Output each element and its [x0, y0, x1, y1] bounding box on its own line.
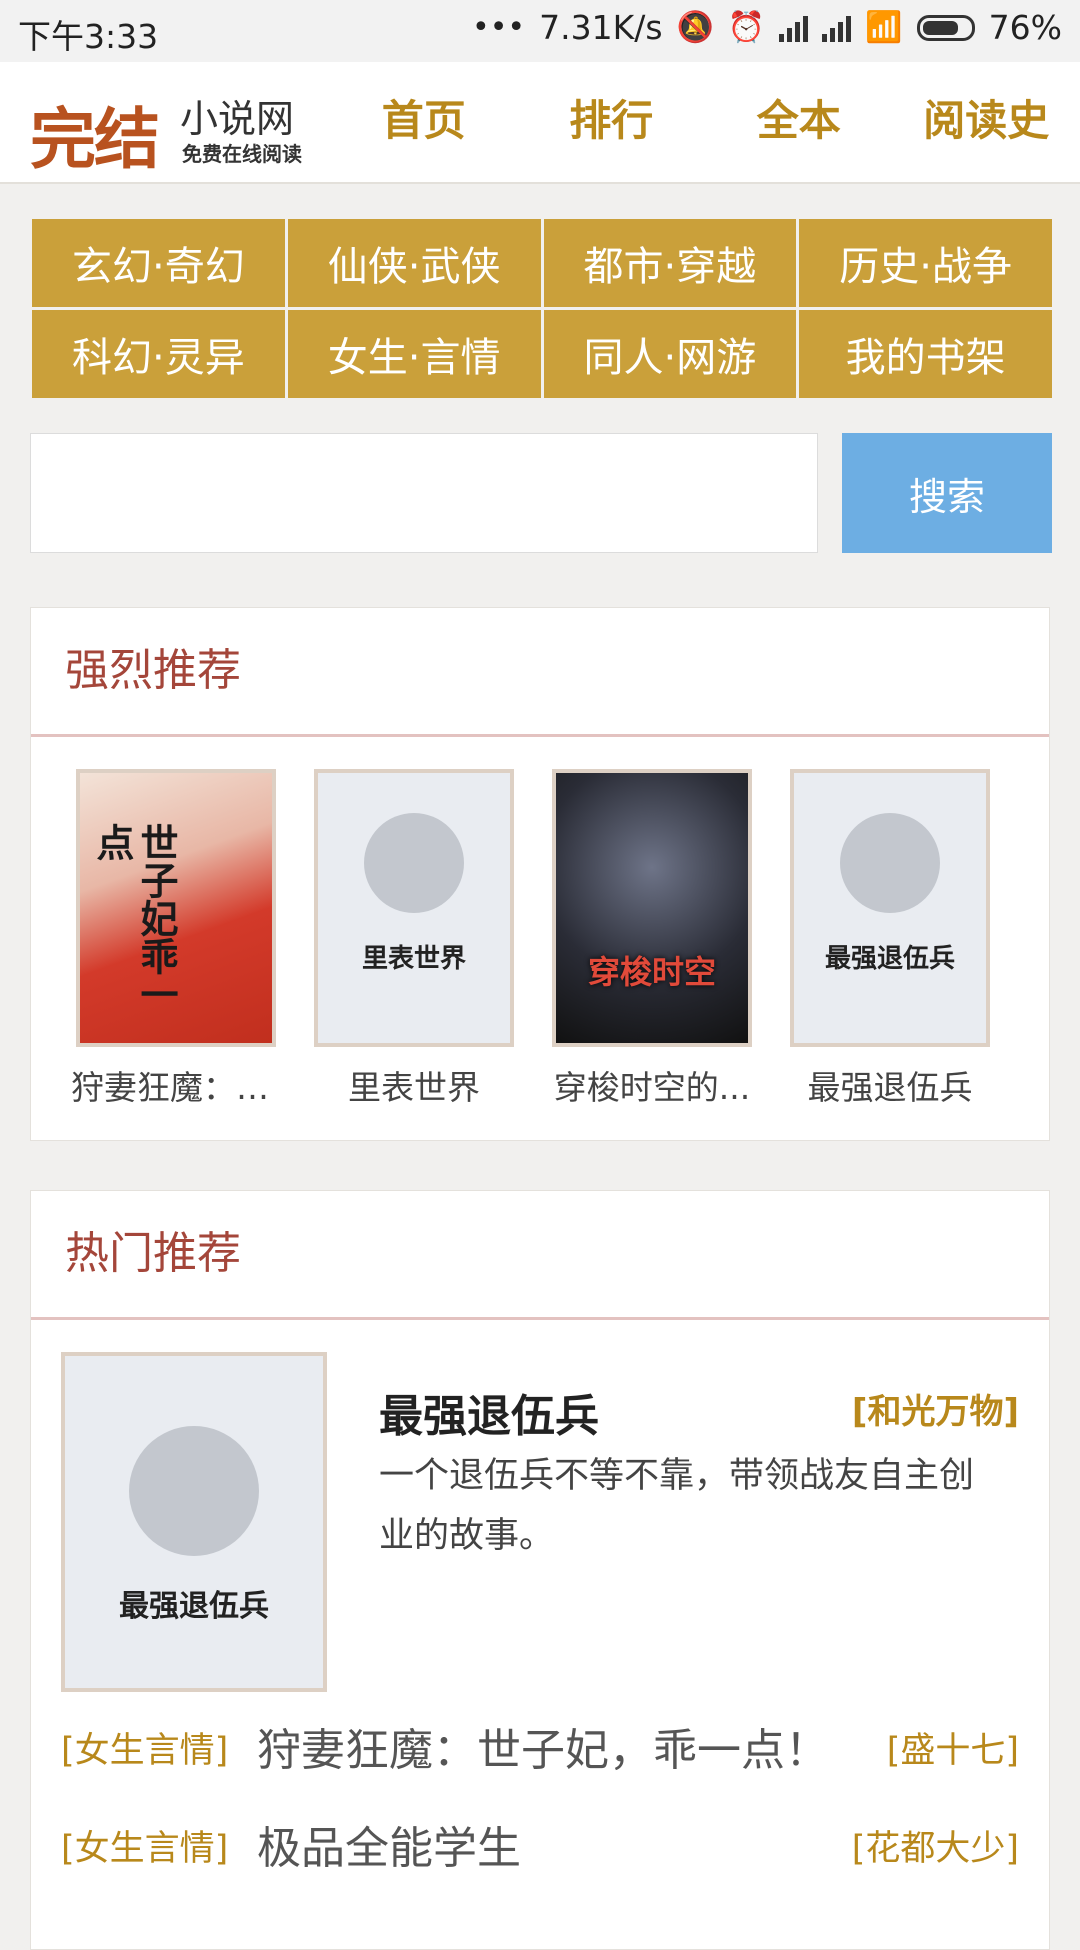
category-tongren[interactable]: 同人·网游: [544, 310, 797, 398]
category-xianxia[interactable]: 仙侠·武侠: [288, 219, 541, 307]
site-logo[interactable]: 完结 小说网 免费在线阅读: [30, 80, 320, 170]
cover-text: 穿梭时空: [556, 947, 748, 993]
alarm-icon: ⏰: [728, 10, 765, 45]
nav-home[interactable]: 首页: [330, 90, 518, 152]
category-kehuan[interactable]: 科幻·灵异: [32, 310, 285, 398]
site-header: 完结 小说网 免费在线阅读 首页 排行 全本 阅读史: [0, 62, 1080, 184]
hot-recommend-panel: 热门推荐 最强退伍兵 最强退伍兵 [和光万物] 一个退伍兵不等不靠，带领战友自主…: [30, 1190, 1050, 1950]
main-nav: 首页 排行 全本 阅读史: [330, 90, 1080, 152]
cover-text: 世子妃乖一点: [90, 823, 178, 1043]
book-row: 世子妃乖一点 狩妻狂魔：世... 里表世界 里表世界 穿梭时空 穿梭时空的...…: [31, 737, 1049, 1137]
signal-icon: [779, 14, 808, 42]
cover-text: 最强退伍兵: [65, 1581, 323, 1625]
nav-history[interactable]: 阅读史: [893, 90, 1080, 152]
featured-title[interactable]: 最强退伍兵: [379, 1380, 599, 1444]
list-category[interactable]: [女生言情]: [61, 1820, 228, 1871]
category-grid: 玄幻·奇幻 仙侠·武侠 都市·穿越 历史·战争 科幻·灵异 女生·言情 同人·网…: [32, 219, 1052, 398]
book-title[interactable]: 狩妻狂魔：世...: [71, 1061, 281, 1109]
signal-icon: [822, 14, 851, 42]
search-button[interactable]: 搜索: [842, 433, 1052, 553]
logo-main-text: 完结: [30, 86, 158, 182]
mute-bell-icon: 🔕: [677, 10, 714, 45]
list-item[interactable]: [女生言情] 狩妻狂魔：世子妃，乖一点！ [盛十七]: [31, 1700, 1049, 1798]
status-bar: 下午3:33 ••• 7.31K/s 🔕 ⏰ 📶 76%: [0, 0, 1080, 62]
cover-text: 最强退伍兵: [794, 938, 986, 975]
book-cover[interactable]: 穿梭时空: [552, 769, 752, 1047]
book-cover[interactable]: 里表世界: [314, 769, 514, 1047]
category-xuanhuan[interactable]: 玄幻·奇幻: [32, 219, 285, 307]
book-card[interactable]: 穿梭时空 穿梭时空的...: [547, 769, 757, 1109]
book-card[interactable]: 世子妃乖一点 狩妻狂魔：世...: [71, 769, 281, 1109]
wifi-icon: 📶: [865, 10, 902, 45]
list-item[interactable]: [女生言情] 极品全能学生 [花都大少]: [31, 1798, 1049, 1896]
featured-author[interactable]: [和光万物]: [852, 1384, 1019, 1433]
category-nvsheng[interactable]: 女生·言情: [288, 310, 541, 398]
list-title[interactable]: 狩妻狂魔：世子妃，乖一点！: [257, 1714, 829, 1778]
status-right: ••• 7.31K/s 🔕 ⏰ 📶 76%: [472, 8, 1062, 47]
book-title[interactable]: 里表世界: [309, 1061, 519, 1109]
network-speed: 7.31K/s: [539, 8, 662, 47]
nav-completed[interactable]: 全本: [705, 90, 893, 152]
list-title[interactable]: 极品全能学生: [257, 1812, 521, 1876]
status-time: 下午3:33: [18, 10, 158, 58]
logo-tagline: 免费在线阅读: [182, 138, 302, 167]
book-card[interactable]: 最强退伍兵 最强退伍兵: [785, 769, 995, 1109]
book-title[interactable]: 穿梭时空的...: [547, 1061, 757, 1109]
battery-percent: 76%: [989, 8, 1062, 47]
star-emblem-icon: [129, 1426, 259, 1556]
category-lishi[interactable]: 历史·战争: [799, 219, 1052, 307]
nav-ranking[interactable]: 排行: [518, 90, 706, 152]
featured-description: 一个退伍兵不等不靠，带领战友自主创业的故事。: [379, 1446, 979, 1566]
logo-sub-text: 小说网: [180, 88, 294, 143]
featured-cover[interactable]: 最强退伍兵: [61, 1352, 327, 1692]
cover-text: 里表世界: [318, 938, 510, 975]
panel-title: 热门推荐: [31, 1191, 1049, 1320]
book-cover[interactable]: 世子妃乖一点: [76, 769, 276, 1047]
featured-book: 最强退伍兵 最强退伍兵 [和光万物] 一个退伍兵不等不靠，带领战友自主创业的故事…: [31, 1320, 1049, 1700]
more-dots-icon: •••: [472, 10, 525, 45]
book-card[interactable]: 里表世界 里表世界: [309, 769, 519, 1109]
my-bookshelf[interactable]: 我的书架: [799, 310, 1052, 398]
panel-title: 强烈推荐: [31, 608, 1049, 737]
strong-recommend-panel: 强烈推荐 世子妃乖一点 狩妻狂魔：世... 里表世界 里表世界 穿梭时空 穿梭时…: [30, 607, 1050, 1141]
category-dushi[interactable]: 都市·穿越: [544, 219, 797, 307]
list-category[interactable]: [女生言情]: [61, 1722, 228, 1773]
star-emblem-icon: [840, 813, 940, 913]
list-author[interactable]: [盛十七]: [887, 1722, 1019, 1773]
battery-icon: [917, 15, 975, 41]
book-title[interactable]: 最强退伍兵: [785, 1061, 995, 1109]
cat-emblem-icon: [364, 813, 464, 913]
list-author[interactable]: [花都大少]: [852, 1820, 1019, 1871]
search-input[interactable]: [30, 433, 818, 553]
book-cover[interactable]: 最强退伍兵: [790, 769, 990, 1047]
